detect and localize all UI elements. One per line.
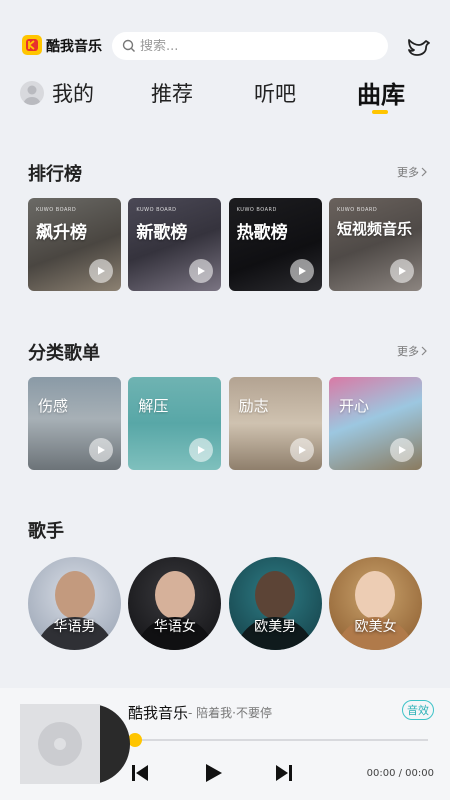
category-card-sad[interactable]: 伤感 <box>28 377 121 470</box>
play-button[interactable] <box>189 438 214 462</box>
singer-card-western-male[interactable]: 欧美男 <box>228 557 322 650</box>
ranking-label: 新歌榜 <box>136 223 188 243</box>
singer-label: 欧美男 <box>254 619 297 635</box>
search-input[interactable] <box>140 38 370 54</box>
play-icon <box>198 267 206 275</box>
categories-row: 伤感 解压 励志 开心 <box>28 377 422 470</box>
bird-icon[interactable] <box>406 34 432 58</box>
category-label: 励志 <box>238 397 269 415</box>
singers-row: 华语男 华语女 欧美男 欧美女 <box>28 557 422 650</box>
singer-label: 欧美女 <box>354 619 397 635</box>
progress-knob[interactable] <box>128 733 142 747</box>
play-icon <box>98 267 105 275</box>
mini-player: 酷我音乐 - 陪着我·不要停 音效 00:00 / 00:00 <box>0 688 450 800</box>
play-button[interactable] <box>389 438 414 462</box>
song-subtitle: - 陪着我·不要停 <box>188 706 272 720</box>
ranking-card-hot[interactable]: KUWO BOARD 热歌榜 <box>228 198 322 291</box>
next-icon <box>276 765 292 781</box>
play-icon <box>398 267 406 275</box>
play-button[interactable] <box>289 438 314 462</box>
rankings-more-link[interactable]: 更多 <box>397 164 428 180</box>
category-card-inspire[interactable]: 励志 <box>228 377 322 470</box>
disc-icon <box>38 722 82 766</box>
play-icon <box>198 446 206 454</box>
main-tabs: 我的 推荐 听吧 曲库 <box>0 72 450 122</box>
play-icon <box>206 764 222 782</box>
category-card-relax[interactable]: 解压 <box>128 377 222 470</box>
chevron-right-icon <box>421 167 427 177</box>
singers-title: 歌手 <box>28 521 64 542</box>
tab-recommend[interactable]: 推荐 <box>151 78 193 108</box>
category-card-happy[interactable]: 开心 <box>328 377 422 470</box>
kuwo-logo-icon <box>22 35 42 55</box>
category-label: 伤感 <box>38 397 69 415</box>
tab-listen[interactable]: 听吧 <box>254 78 296 108</box>
categories-title: 分类歌单 <box>28 343 100 364</box>
play-icon <box>298 446 306 454</box>
category-label: 开心 <box>338 397 369 415</box>
time-display: 00:00 / 00:00 <box>366 768 434 779</box>
rankings-title: 排行榜 <box>28 164 82 185</box>
avatar[interactable] <box>20 81 44 105</box>
singer-card-chinese-male[interactable]: 华语男 <box>28 557 121 650</box>
tab-mine[interactable]: 我的 <box>52 78 94 108</box>
singer-card-western-female[interactable]: 欧美女 <box>328 557 422 650</box>
play-icon <box>398 446 406 454</box>
sound-effect-button[interactable]: 音效 <box>402 700 434 720</box>
board-label: KUWO BOARD <box>236 207 277 213</box>
board-label: KUWO BOARD <box>336 207 378 213</box>
play-button[interactable] <box>389 259 414 283</box>
more-label: 更多 <box>397 166 419 179</box>
more-label: 更多 <box>397 345 419 358</box>
progress-track[interactable] <box>134 739 428 741</box>
previous-button[interactable] <box>130 762 150 784</box>
board-label: KUWO BOARD <box>36 207 77 213</box>
search-bar[interactable] <box>112 32 388 60</box>
board-label: KUWO BOARD <box>136 207 177 213</box>
top-bar: 酷我音乐 <box>0 0 450 64</box>
category-label: 解压 <box>138 397 169 415</box>
play-button[interactable] <box>189 259 214 283</box>
search-icon <box>122 39 135 52</box>
play-icon <box>98 446 105 454</box>
singer-photo <box>154 571 195 619</box>
singer-label: 华语男 <box>53 619 96 635</box>
singer-photo <box>255 571 296 619</box>
play-icon <box>298 267 306 275</box>
next-button[interactable] <box>274 762 294 784</box>
singer-label: 华语女 <box>153 619 196 635</box>
ranking-label: 飙升榜 <box>36 223 87 243</box>
album-cover <box>20 704 100 784</box>
ranking-label: 热歌榜 <box>236 223 288 243</box>
ranking-label: 短视频音乐 <box>336 220 412 238</box>
categories-more-link[interactable]: 更多 <box>397 343 428 359</box>
singer-photo <box>54 571 95 619</box>
play-button[interactable] <box>89 438 113 462</box>
album-art[interactable] <box>20 704 130 784</box>
tab-library[interactable]: 曲库 <box>357 75 405 110</box>
singer-photo <box>355 571 396 619</box>
chevron-right-icon <box>421 346 427 356</box>
play-button[interactable] <box>89 259 113 283</box>
play-pause-button[interactable] <box>202 762 224 784</box>
ranking-card-rising[interactable]: KUWO BOARD 飙升榜 <box>28 198 121 291</box>
singer-card-chinese-female[interactable]: 华语女 <box>128 557 222 650</box>
rankings-row: KUWO BOARD 飙升榜 KUWO BOARD 新歌榜 KUWO BOARD… <box>28 198 422 291</box>
ranking-card-short-video[interactable]: KUWO BOARD 短视频音乐 <box>328 198 422 291</box>
active-tab-indicator <box>372 110 388 114</box>
ranking-card-new[interactable]: KUWO BOARD 新歌榜 <box>128 198 222 291</box>
previous-icon <box>132 765 148 781</box>
song-title: 酷我音乐 <box>128 704 189 722</box>
play-button[interactable] <box>289 259 314 283</box>
app-brand: 酷我音乐 <box>46 39 102 55</box>
